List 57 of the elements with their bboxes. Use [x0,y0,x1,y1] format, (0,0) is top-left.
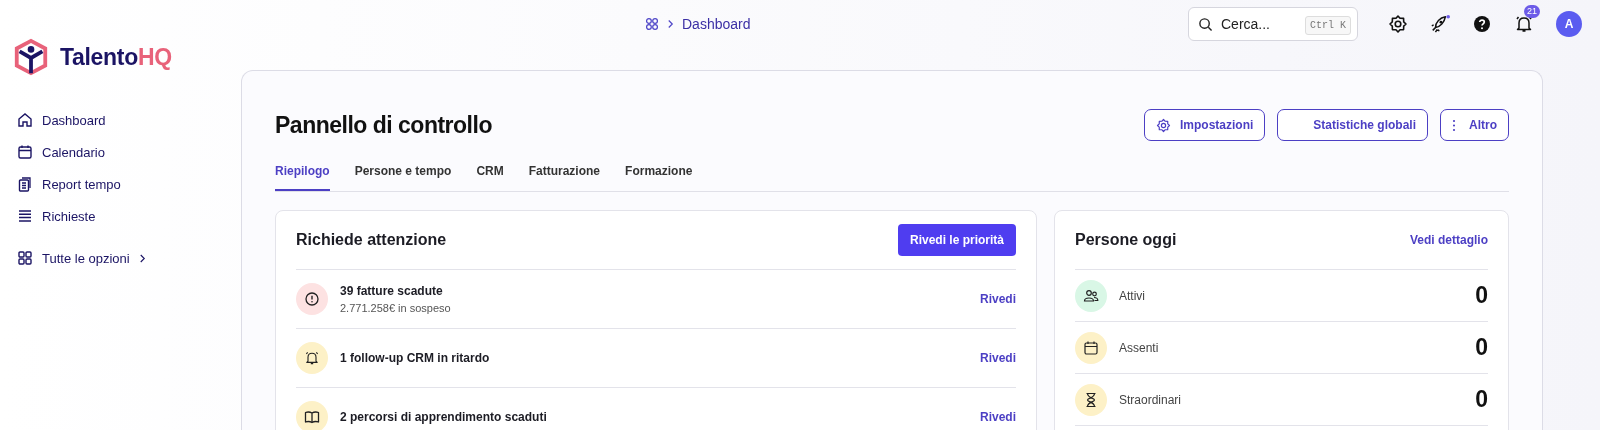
user-avatar[interactable]: A [1556,11,1582,37]
sidebar-item[interactable]: Report tempo [12,168,121,200]
settings-icon [1155,117,1171,133]
action-button[interactable]: Statistiche globali [1277,109,1428,141]
apps-icon[interactable] [645,17,659,31]
shortcut-hint: Ctrl K [1305,16,1351,35]
metric-value: 0 [1475,386,1488,413]
all-options-link[interactable]: Tutte le opzioni [12,242,146,274]
item-title: 1 follow-up CRM in ritardo [340,351,491,365]
bell-icon[interactable] [1514,14,1534,34]
people-icon [1083,287,1099,304]
review-priorities-button[interactable]: Rivedi le priorità [897,224,1016,256]
chevron-right-icon [667,19,674,29]
search-icon [1198,17,1213,32]
alert-icon [304,291,320,307]
tab[interactable]: Fatturazione [528,162,601,191]
review-link[interactable]: Rivedi [980,410,1016,424]
breadcrumb-link[interactable]: Dashboard [682,16,751,32]
metric-label: Straordinari [1119,392,1183,407]
metric-value: 0 [1475,282,1488,309]
chevron-right-icon [138,253,146,263]
item-title: 39 fatture scadute [340,284,444,298]
settings-icon[interactable] [1388,14,1408,34]
clipboard-icon [17,176,33,192]
card-title: Richiede attenzione [296,231,447,249]
sidebar-item[interactable]: Richieste [12,200,96,232]
review-link[interactable]: Rivedi [980,351,1016,365]
tab[interactable]: Persone e tempo [354,162,452,191]
item-subtitle: 2.771.258€ in sospeso [340,302,452,314]
card-title: Persone oggi [1075,231,1177,249]
sidebar-item[interactable]: Dashboard [12,104,106,136]
notification-count: 21 [1524,5,1540,18]
grid-icon [17,250,33,266]
brand-name: TalentoHQ [60,43,172,71]
sidebar-item[interactable]: Calendario [12,136,105,168]
tab[interactable]: Formazione [625,162,693,191]
tab[interactable]: CRM [476,162,504,191]
metric-value: 0 [1475,334,1488,361]
metric-label: Assenti [1119,340,1160,355]
review-link[interactable]: Rivedi [980,292,1016,306]
more-icon [1452,118,1456,132]
book-icon [304,409,320,425]
detail-link[interactable]: Vedi dettaglio [1410,233,1488,247]
action-button[interactable]: Altro [1440,109,1509,141]
action-button[interactable]: Impostazioni [1143,109,1266,141]
list-icon [17,208,33,224]
metric-label: Attivi [1119,288,1146,303]
help-icon[interactable] [1472,14,1492,34]
page-title: Pannello di controllo [275,111,492,139]
calendar-icon [1083,339,1099,356]
bell-icon [304,350,320,366]
home-icon [17,112,33,128]
rocket-icon[interactable] [1430,14,1450,34]
cube-logo-icon [12,38,50,76]
tab[interactable]: Riepilogo [275,162,330,191]
item-title: 2 percorsi di apprendimento scaduti [340,410,548,424]
calendar-icon [17,144,33,160]
